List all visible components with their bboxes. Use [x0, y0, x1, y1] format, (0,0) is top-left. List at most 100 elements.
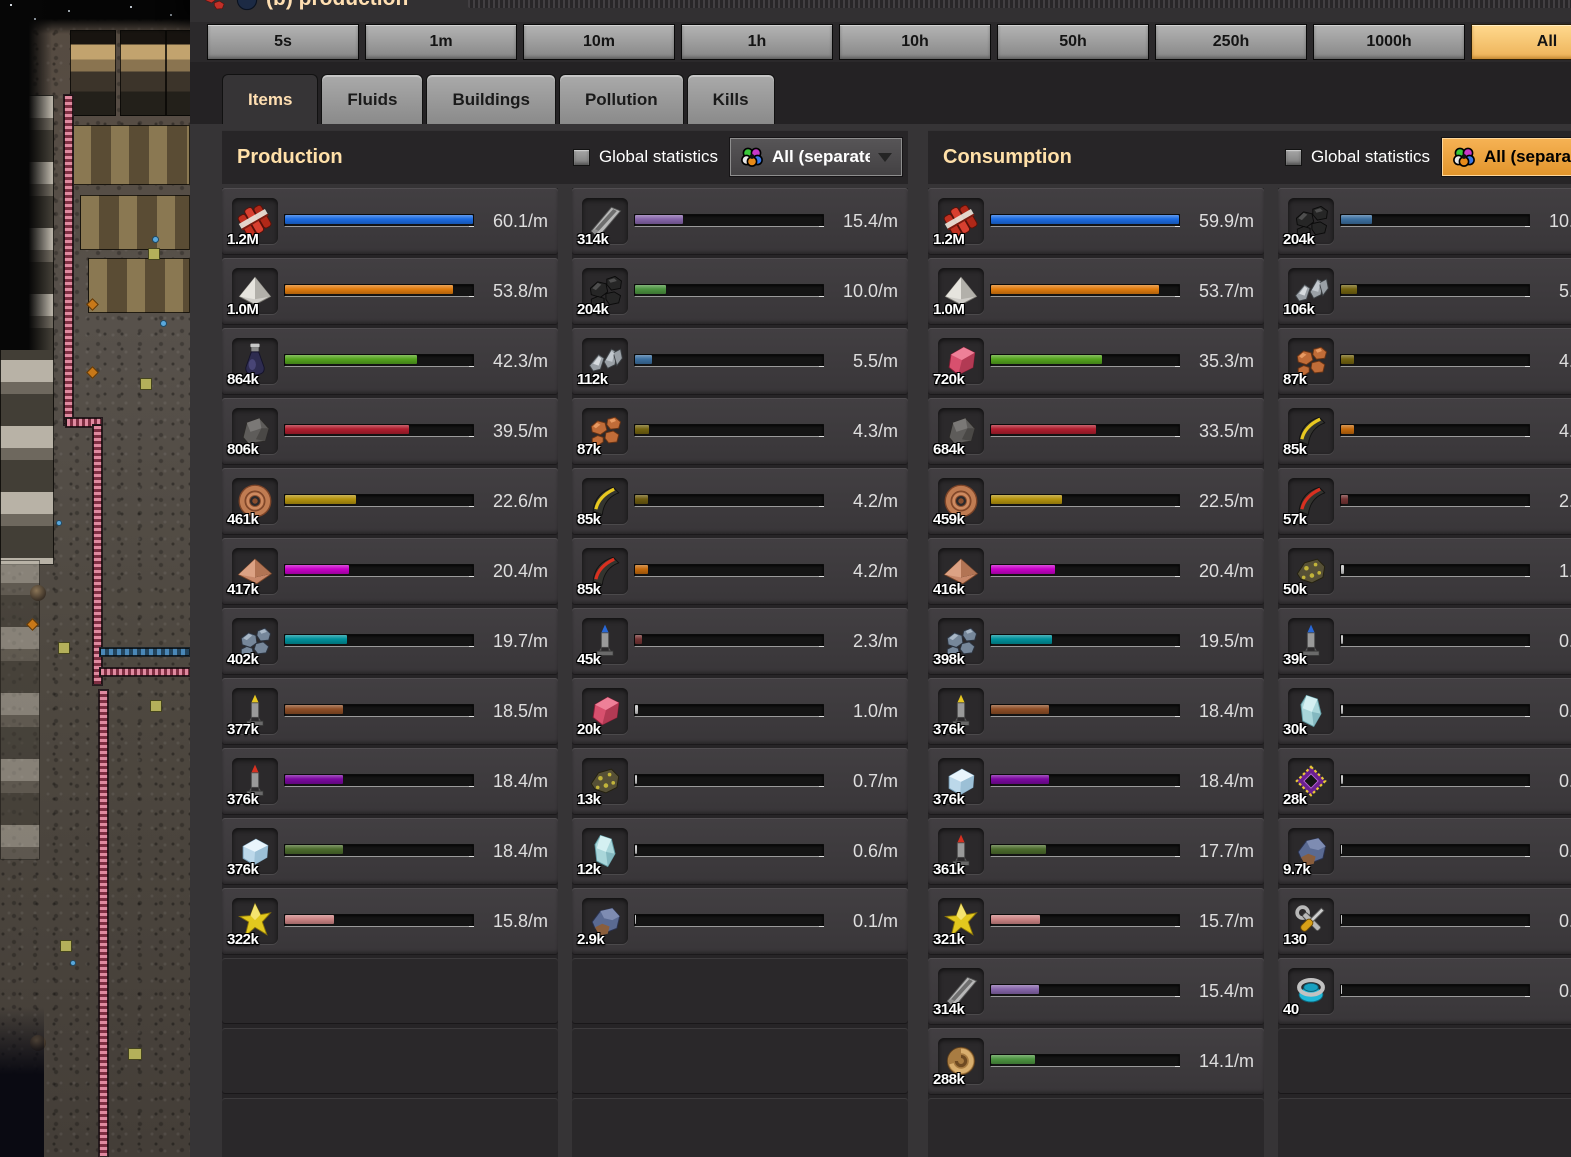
- superconductor-icon[interactable]: 40: [1283, 968, 1334, 1018]
- rate-value: 4.2/m: [1558, 421, 1571, 441]
- rate-bar-fill: [635, 285, 667, 294]
- time-button-250h[interactable]: 250h: [1155, 24, 1307, 60]
- yellow-magazine-icon[interactable]: 85k: [577, 478, 628, 528]
- item-count: 377k: [227, 721, 259, 738]
- explosives-icon[interactable]: 1.2M: [933, 198, 984, 248]
- drag-handle[interactable]: [468, 0, 1571, 8]
- time-button-50h[interactable]: 50h: [997, 24, 1149, 60]
- copper-plate-icon[interactable]: 417k: [227, 548, 278, 598]
- empty-row-slot: [222, 1028, 558, 1094]
- steel-plate-icon[interactable]: 314k: [933, 968, 984, 1018]
- tab-fluids[interactable]: Fluids: [321, 74, 424, 124]
- machine-column: [0, 560, 40, 860]
- item-count: 13k: [577, 791, 601, 808]
- time-button-1000h[interactable]: 1000h: [1313, 24, 1465, 60]
- iron-ore-icon[interactable]: 402k: [227, 618, 278, 668]
- time-button-5s[interactable]: 5s: [207, 24, 359, 60]
- pink-crystal-icon[interactable]: 720k: [933, 338, 984, 388]
- rate-bar-fill: [635, 915, 636, 924]
- red-magazine-icon[interactable]: 57k: [1283, 478, 1334, 528]
- item-count: 376k: [227, 861, 259, 878]
- item-count: 1.0M: [227, 301, 259, 318]
- time-button-10m[interactable]: 10m: [523, 24, 675, 60]
- stone-icon[interactable]: 806k: [227, 408, 278, 458]
- item-row: 288k 14.1/m: [928, 1028, 1264, 1094]
- blue-rocket-icon[interactable]: 39k: [1283, 618, 1334, 668]
- copper-ore-icon[interactable]: 87k: [577, 408, 628, 458]
- iron-ore-icon[interactable]: 398k: [933, 618, 984, 668]
- yellow-rocket-icon[interactable]: 377k: [227, 688, 278, 738]
- rate-bar-fill: [1341, 355, 1354, 364]
- item-count: 57k: [1283, 511, 1307, 528]
- steel-plate-icon[interactable]: 314k: [577, 198, 628, 248]
- red-magazine-icon[interactable]: 85k: [577, 548, 628, 598]
- blue-rocket-icon[interactable]: 45k: [577, 618, 628, 668]
- copper-cable-icon[interactable]: 461k: [227, 478, 278, 528]
- stone-icon[interactable]: 684k: [933, 408, 984, 458]
- item-row: 85k 4.2/m: [572, 538, 908, 604]
- ice-icon[interactable]: 376k: [933, 758, 984, 808]
- copper-cable-icon[interactable]: 459k: [933, 478, 984, 528]
- yellow-rock-icon[interactable]: 50k: [1283, 548, 1334, 598]
- rate-value: 5.5/m: [852, 351, 898, 371]
- ore-chunk-icon[interactable]: 9.7k: [1283, 828, 1334, 878]
- tab-items[interactable]: Items: [222, 74, 319, 124]
- global-statistics-checkbox[interactable]: [572, 148, 590, 166]
- rate-value: 10.0/m: [1548, 211, 1571, 231]
- consumption-header: Consumption Global statistics All (separ…: [928, 130, 1571, 184]
- rate-bar-fill: [635, 635, 643, 644]
- calcite-icon[interactable]: 1.0M: [227, 268, 278, 318]
- inserter: [160, 320, 167, 327]
- global-statistics-checkbox[interactable]: [1284, 148, 1302, 166]
- chest: [60, 940, 72, 952]
- game-viewport[interactable]: [0, 0, 196, 1157]
- item-count: 30k: [1283, 721, 1307, 738]
- item-count: 461k: [227, 511, 259, 528]
- coal-icon[interactable]: 204k: [577, 268, 628, 318]
- quantum-processor-icon[interactable]: 28k: [1283, 758, 1334, 808]
- yellow-crystal-icon[interactable]: 321k: [933, 898, 984, 948]
- rate-value: 0.2/m: [1558, 841, 1571, 861]
- calcite-icon[interactable]: 1.0M: [933, 268, 984, 318]
- ore-chunk-icon[interactable]: 2.9k: [577, 898, 628, 948]
- flask-icon[interactable]: 864k: [227, 338, 278, 388]
- red-rocket-icon[interactable]: 376k: [227, 758, 278, 808]
- tab-pollution[interactable]: Pollution: [558, 74, 684, 124]
- tab-buildings[interactable]: Buildings: [426, 74, 556, 124]
- time-button-1m[interactable]: 1m: [365, 24, 517, 60]
- yellow-rocket-icon[interactable]: 376k: [933, 688, 984, 738]
- item-row: 87k 4.3/m: [1278, 328, 1571, 394]
- consumption-filter-dropdown[interactable]: All (separate): [1442, 138, 1571, 176]
- ice-icon[interactable]: 376k: [227, 828, 278, 878]
- explosives-icon[interactable]: 1.2M: [227, 198, 278, 248]
- blue-crystal-icon[interactable]: 12k: [577, 828, 628, 878]
- time-button-all[interactable]: All: [1471, 24, 1571, 60]
- rate-value: 0.7/m: [852, 771, 898, 791]
- coal-icon[interactable]: 204k: [1283, 198, 1334, 248]
- repair-pack-icon[interactable]: 130: [1283, 898, 1334, 948]
- pink-crystal-icon[interactable]: 20k: [577, 688, 628, 738]
- red-rocket-icon[interactable]: 361k: [933, 828, 984, 878]
- copper-plate-icon[interactable]: 416k: [933, 548, 984, 598]
- item-count: 376k: [933, 721, 965, 738]
- yellow-crystal-icon[interactable]: 322k: [227, 898, 278, 948]
- rate-bar-fill: [1341, 845, 1342, 854]
- time-button-10h[interactable]: 10h: [839, 24, 991, 60]
- rate-bar-fill: [635, 355, 653, 364]
- tungsten-ore-icon[interactable]: 106k: [1283, 268, 1334, 318]
- item-count: 28k: [1283, 791, 1307, 808]
- time-button-1h[interactable]: 1h: [681, 24, 833, 60]
- blue-crystal-icon[interactable]: 30k: [1283, 688, 1334, 738]
- spiral-shell-icon[interactable]: 288k: [933, 1038, 984, 1088]
- yellow-rock-icon[interactable]: 13k: [577, 758, 628, 808]
- production-filter-dropdown[interactable]: All (separate): [730, 138, 902, 176]
- tungsten-ore-icon[interactable]: 112k: [577, 338, 628, 388]
- window-title: (b) production: [266, 0, 408, 22]
- yellow-magazine-icon[interactable]: 85k: [1283, 408, 1334, 458]
- copper-ore-icon[interactable]: 87k: [1283, 338, 1334, 388]
- inserter: [152, 236, 159, 243]
- rate-bar-fill: [285, 845, 343, 854]
- tab-kills[interactable]: Kills: [686, 74, 775, 124]
- item-row: 130 0.0/m: [1278, 888, 1571, 954]
- item-count: 1.2M: [227, 231, 259, 248]
